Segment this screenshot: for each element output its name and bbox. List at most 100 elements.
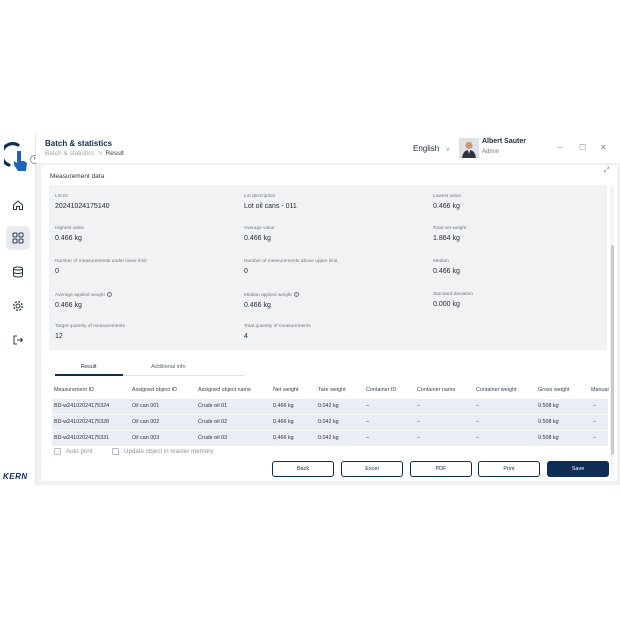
table-cell: Crude oil 01	[198, 403, 228, 409]
field-average-value: Average value 0.466 kg	[244, 226, 275, 242]
field-highest-value: Highest value 0.466 kg	[55, 226, 84, 242]
gear-icon[interactable]	[6, 294, 30, 318]
table-cell: 0.508 kg	[538, 403, 559, 409]
field-value: 0.466 kg	[433, 203, 460, 210]
tab-result[interactable]: Result	[81, 364, 97, 370]
info-icon[interactable]: i	[106, 292, 112, 297]
avatar[interactable]	[459, 138, 479, 158]
language-select[interactable]: English ∨	[413, 144, 450, 153]
checkbox-label: Update object in master memory	[124, 448, 214, 456]
user-name: Albert Sauter	[482, 138, 526, 145]
table-row[interactable]: BD-w24102024175331 Oil can 003 Crude oil…	[52, 431, 608, 447]
panel-title: Measurement data	[50, 173, 105, 180]
table-cell: 0.466 kg	[273, 403, 294, 409]
table-cell: –	[366, 403, 369, 409]
field-total-quantity: Total quantity of measurements 4	[244, 324, 311, 340]
user-role: Admin	[482, 149, 500, 155]
back-button[interactable]: Back	[272, 461, 334, 477]
field-value: 0.466 kg	[244, 301, 271, 309]
field-value: 0.466 kg	[244, 235, 271, 242]
column-header: Manual	[591, 387, 609, 393]
minimize-icon[interactable]: –	[558, 143, 562, 152]
update-object-checkbox[interactable]: Update object in master memory	[112, 448, 213, 455]
field-label: Highest value	[55, 226, 85, 231]
field-label: Median	[433, 259, 449, 264]
table-cell: –	[593, 435, 596, 441]
field-standard-deviation: Standard deviation 0.000 kg	[433, 292, 473, 308]
table-cell: BD-w24102024175324	[54, 403, 110, 409]
top-header: Batch & statistics Batch & statistics > …	[36, 133, 620, 163]
breadcrumb: Batch & statistics > Result	[45, 150, 124, 157]
active-tab-indicator	[55, 374, 123, 376]
table-row[interactable]: BD-w24102024175324 Oil can 001 Crude oil…	[52, 399, 608, 415]
grid-icon[interactable]	[6, 226, 30, 250]
field-under-lower-limit: Number of measurements under lower limit…	[55, 259, 147, 275]
expand-icon[interactable]: ⤢	[604, 167, 610, 175]
field-value: 0.466 kg	[55, 301, 82, 309]
table-cell: BD-w24102024175328	[54, 419, 110, 425]
column-header: Assigned object ID	[132, 387, 177, 393]
table-cell: Oil can 003	[132, 435, 160, 441]
field-label: Total net weight	[433, 226, 467, 231]
table-cell: 0.508 kg	[538, 435, 559, 441]
vertical-scrollbar[interactable]	[610, 185, 614, 475]
field-value: 0.000 kg	[433, 301, 460, 308]
field-value: 1.864 kg	[433, 235, 460, 242]
measurement-summary-card: Lot ID 20241024175140 Lot description Lo…	[49, 185, 607, 350]
database-icon[interactable]	[6, 260, 30, 284]
table-cell: 0.042 kg	[318, 435, 339, 441]
checkbox-box[interactable]	[112, 448, 119, 455]
result-tabs: Result Additional info	[55, 362, 245, 376]
column-header: Container weight	[476, 387, 517, 393]
field-label: Average value	[244, 226, 275, 231]
logout-icon[interactable]	[6, 328, 30, 352]
table-cell: –	[417, 435, 420, 441]
print-button[interactable]: Print	[478, 461, 540, 477]
field-label: Number of measurements under lower limit	[55, 259, 147, 264]
pdf-button[interactable]: PDF	[410, 461, 472, 477]
field-label: Lowest value	[433, 194, 461, 199]
table-cell: –	[417, 419, 420, 425]
field-label: Total quantity of measurements	[244, 324, 311, 329]
tab-additional-info[interactable]: Additional info	[151, 364, 186, 370]
field-value: 0.466 kg	[433, 268, 460, 275]
measurements-table: Measurement ID Assigned object ID Assign…	[52, 383, 609, 447]
table-cell: Crude oil 02	[198, 419, 228, 425]
table-cell: –	[593, 403, 596, 409]
table-cell: Oil can 002	[132, 419, 160, 425]
scrollbar-thumb[interactable]	[610, 245, 614, 455]
excel-button[interactable]: Excel	[341, 461, 403, 477]
checkbox-box[interactable]	[54, 448, 61, 455]
field-value: 20241024175140	[55, 203, 110, 210]
column-header: Measurement ID	[54, 387, 94, 393]
field-target-quantity: Target quantity of measurements 12	[55, 324, 125, 340]
save-button[interactable]: Save	[547, 461, 609, 477]
field-label: Average applied weight i	[55, 292, 112, 298]
home-icon[interactable]	[6, 193, 30, 217]
field-label-text: Average applied weight	[55, 292, 105, 298]
info-icon[interactable]: i	[293, 292, 299, 297]
field-label: Median applied weight i	[244, 292, 299, 298]
table-cell: Oil can 001	[132, 403, 160, 409]
close-icon[interactable]: ✕	[600, 143, 607, 152]
column-header: Container ID	[366, 387, 397, 393]
table-cell: –	[593, 419, 596, 425]
hand-touch-icon[interactable]	[4, 141, 32, 175]
field-label: Target quantity of measurements	[55, 324, 125, 329]
table-cell: Crude oil 03	[198, 435, 228, 441]
table-cell: 0.042 kg	[318, 403, 339, 409]
table-row[interactable]: BD-w24102024175328 Oil can 002 Crude oil…	[52, 415, 608, 431]
field-above-upper-limit: Number of measurements above upper limit…	[244, 259, 337, 275]
field-label: Lot ID	[55, 194, 68, 199]
measurement-panel: Measurement data ⤢ Lot ID 20241024175140…	[41, 165, 617, 481]
field-label: Lot description	[244, 194, 276, 199]
side-rail: › KERN	[0, 133, 39, 485]
field-value: 0	[55, 268, 59, 275]
breadcrumb-parent[interactable]: Batch & statistics	[45, 150, 95, 157]
auto-print-checkbox[interactable]: Auto print	[54, 448, 92, 455]
brand-logo: KERN	[3, 472, 28, 481]
app-window: › KERN Batch & statistics Batch & statis…	[0, 133, 620, 485]
checkbox-label: Auto print	[66, 448, 93, 456]
maximize-icon[interactable]: ☐	[579, 143, 586, 152]
table-header: Measurement ID Assigned object ID Assign…	[52, 383, 609, 399]
